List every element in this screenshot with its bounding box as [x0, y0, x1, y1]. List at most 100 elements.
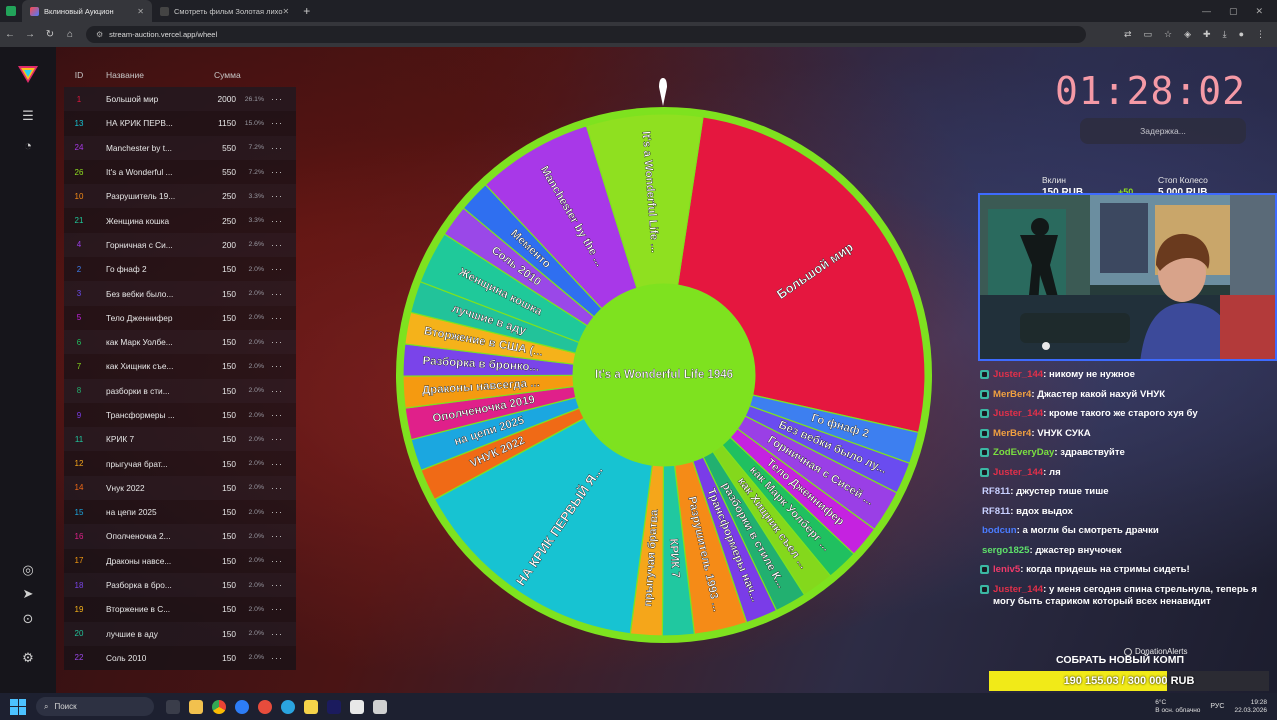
more-options-icon[interactable]: ··· [264, 240, 290, 250]
chat-username[interactable]: sergo1825 [982, 545, 1029, 556]
more-options-icon[interactable]: ··· [264, 531, 290, 541]
lot-name[interactable]: Manchester by t... [94, 143, 200, 153]
more-options-icon[interactable]: ··· [264, 629, 290, 639]
lot-name[interactable]: как Марк Уолбе... [94, 337, 200, 347]
more-options-icon[interactable]: ··· [264, 361, 290, 371]
more-options-icon[interactable]: ··· [264, 337, 290, 347]
more-options-icon[interactable]: ··· [264, 143, 290, 153]
table-row[interactable]: 12 прыгучая брат... 150 2.0% ··· [64, 451, 296, 476]
chat-username[interactable]: MerBer4 [993, 389, 1031, 400]
lot-name[interactable]: Ополченочка 2... [94, 531, 200, 541]
file-explorer-icon[interactable] [189, 699, 203, 714]
more-options-icon[interactable]: ··· [264, 604, 290, 614]
lot-sum[interactable]: 150 [200, 264, 236, 274]
more-options-icon[interactable]: ··· [264, 483, 290, 493]
table-row[interactable]: 10 Разрушитель 19... 250 3.3% ··· [64, 184, 296, 209]
more-options-icon[interactable]: ··· [264, 507, 290, 517]
lot-name[interactable]: Vнук 2022 [94, 483, 200, 493]
app-grid-icon[interactable] [0, 0, 22, 22]
start-icon[interactable] [10, 698, 26, 715]
obs-icon[interactable] [373, 699, 387, 714]
chat-username[interactable]: ZodEveryDay [993, 447, 1054, 458]
table-row[interactable]: 20 лучшие в аду 150 2.0% ··· [64, 621, 296, 646]
close-window-icon[interactable]: ✕ [1255, 6, 1263, 17]
lot-name[interactable]: Трансформеры ... [94, 410, 200, 420]
lot-sum[interactable]: 150 [200, 629, 236, 639]
minimize-icon[interactable]: — [1202, 6, 1211, 17]
tab-movie[interactable]: Смотреть фильм Золотая лихо ✕ [152, 0, 297, 22]
opera-icon[interactable] [258, 699, 272, 714]
close-tab-icon[interactable]: ✕ [137, 7, 144, 16]
history-icon[interactable]: ◎ [19, 561, 37, 579]
chat-username[interactable]: RF811 [982, 506, 1010, 517]
puzzle-icon[interactable]: ✚ [1203, 29, 1211, 40]
table-row[interactable]: 15 на цепи 2025 150 2.0% ··· [64, 500, 296, 525]
lot-sum[interactable]: 1150 [200, 118, 236, 128]
lot-name[interactable]: Соль 2010 [94, 653, 200, 663]
table-row[interactable]: 9 Трансформеры ... 150 2.0% ··· [64, 402, 296, 428]
table-row[interactable]: 3 Без вебки было... 150 2.0% ··· [64, 281, 296, 306]
lot-sum[interactable]: 200 [200, 240, 236, 250]
lot-sum[interactable]: 250 [200, 216, 236, 226]
table-row[interactable]: 4 Горничная с Си... 200 2.6% ··· [64, 232, 296, 258]
lot-sum[interactable]: 150 [200, 313, 236, 323]
table-row[interactable]: 5 Тело Дженнифер 150 2.0% ··· [64, 305, 296, 330]
lot-sum[interactable]: 150 [200, 556, 236, 566]
lot-name[interactable]: прыгучая брат... [94, 459, 200, 469]
lot-sum[interactable]: 150 [200, 531, 236, 541]
download-icon[interactable]: ⤓ [1223, 29, 1227, 40]
table-row[interactable]: 6 как Марк Уолбе... 150 2.0% ··· [64, 329, 296, 355]
lot-name[interactable]: Разборка в бро... [94, 580, 200, 590]
table-row[interactable]: 19 Вторжение в С... 150 2.0% ··· [64, 597, 296, 622]
chat-username[interactable]: MerBer4 [993, 428, 1031, 439]
lot-name[interactable]: лучшие в аду [94, 629, 200, 639]
chat-username[interactable]: Juster_144 [993, 467, 1043, 478]
lot-name[interactable]: Горничная с Си... [94, 240, 200, 250]
site-info-icon[interactable]: ⚙ [96, 30, 103, 39]
lot-name[interactable]: Го фнаф 2 [94, 264, 200, 274]
home-icon[interactable]: ⌂ [60, 29, 80, 40]
auction-wheel[interactable]: Большой мирГо фнаф 2Без вебки было лу...… [386, 97, 942, 653]
bookmark-star-icon[interactable]: ☆ [1164, 29, 1172, 40]
table-row[interactable]: 26 It's a Wonderful ... 550 7.2% ··· [64, 159, 296, 185]
wheel-icon[interactable]: ◔ [19, 136, 37, 154]
chat-username[interactable]: leniv5 [993, 564, 1020, 575]
new-tab-button[interactable]: + [297, 0, 316, 22]
lot-name[interactable]: Вторжение в С... [94, 604, 200, 614]
more-options-icon[interactable]: ··· [264, 264, 290, 274]
url-input[interactable]: ⚙ stream-auction.vercel.app/wheel [86, 26, 1086, 43]
lot-name[interactable]: Тело Дженнифер [94, 313, 200, 323]
menu-icon[interactable]: ⋮ [1256, 29, 1265, 40]
chat-username[interactable]: Juster_144 [993, 584, 1043, 595]
app-icon[interactable] [350, 699, 364, 714]
cast-icon[interactable]: ▭ [1144, 29, 1153, 40]
lot-sum[interactable]: 150 [200, 386, 236, 396]
more-options-icon[interactable]: ··· [264, 386, 290, 396]
chat-username[interactable]: Juster_144 [993, 369, 1043, 380]
table-row[interactable]: 2 Го фнаф 2 150 2.0% ··· [64, 257, 296, 282]
chat-username[interactable]: bodcun [982, 525, 1017, 536]
translate-icon[interactable]: ⇄ [1124, 29, 1132, 40]
forward-icon[interactable]: → [20, 29, 40, 40]
lot-name[interactable]: КРИК 7 [94, 434, 200, 444]
more-options-icon[interactable]: ··· [264, 167, 290, 177]
more-options-icon[interactable]: ··· [264, 410, 290, 420]
profile-icon[interactable]: ● [1239, 29, 1244, 40]
reload-icon[interactable]: ↻ [40, 29, 60, 40]
lot-sum[interactable]: 550 [200, 143, 236, 153]
table-row[interactable]: 11 КРИК 7 150 2.0% ··· [64, 427, 296, 452]
premiere-icon[interactable] [327, 699, 341, 714]
lot-sum[interactable]: 150 [200, 410, 236, 420]
lot-name[interactable]: как Хищник съе... [94, 361, 200, 371]
lot-sum[interactable]: 150 [200, 337, 236, 347]
table-row[interactable]: 21 Женщина кошка 250 3.3% ··· [64, 208, 296, 233]
lot-name[interactable]: It's a Wonderful ... [94, 167, 200, 177]
table-row[interactable]: 16 Ополченочка 2... 150 2.0% ··· [64, 524, 296, 549]
table-row[interactable]: 24 Manchester by t... 550 7.2% ··· [64, 135, 296, 160]
more-options-icon[interactable]: ··· [264, 313, 290, 323]
table-row[interactable]: 14 Vнук 2022 150 2.0% ··· [64, 475, 296, 501]
more-options-icon[interactable]: ··· [264, 191, 290, 201]
chrome-icon[interactable] [212, 699, 226, 714]
more-options-icon[interactable]: ··· [264, 118, 290, 128]
lot-sum[interactable]: 150 [200, 459, 236, 469]
